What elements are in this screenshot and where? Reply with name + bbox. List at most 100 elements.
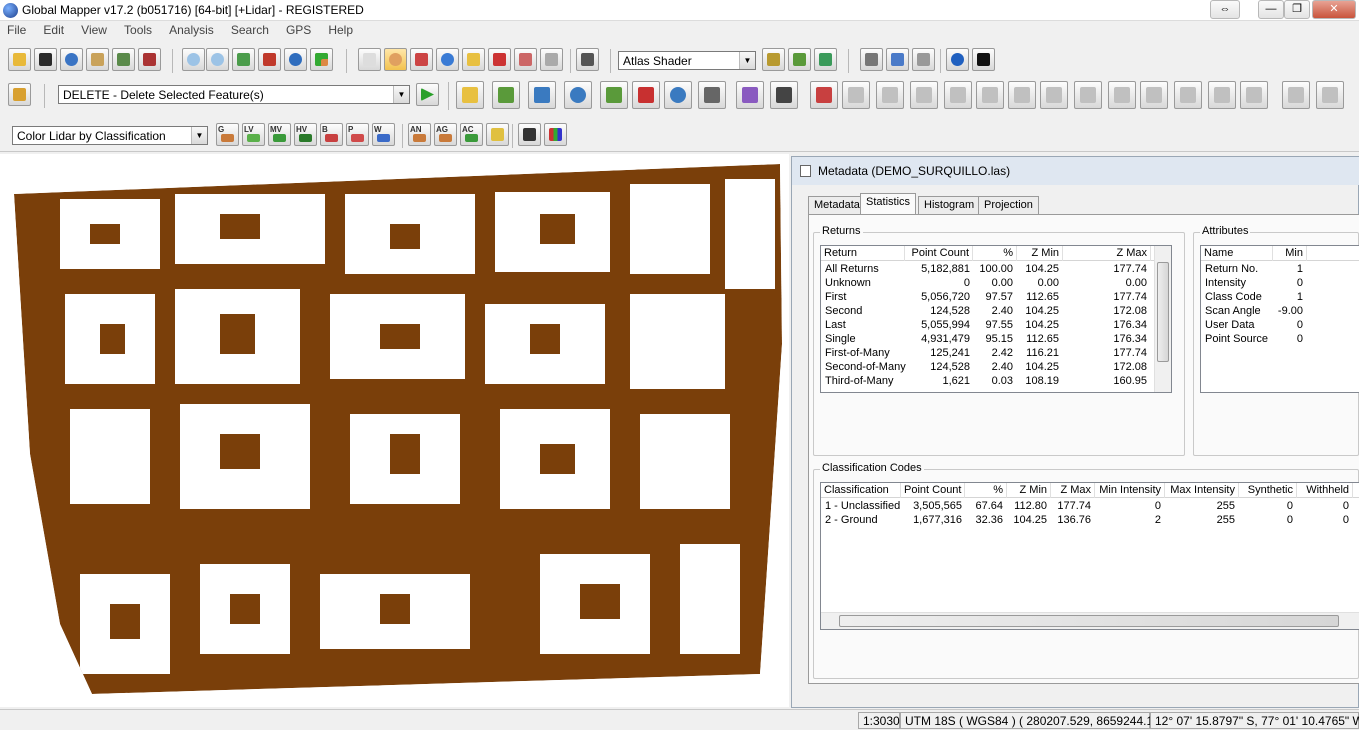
filter-building-button[interactable]: B [320, 123, 343, 146]
disabled-tool-12-icon[interactable] [1208, 81, 1236, 109]
feature-info-icon[interactable] [436, 48, 459, 71]
classification-list[interactable]: Classification Point Count % Z Min Z Max… [820, 482, 1359, 630]
menu-tools[interactable]: Tools [117, 21, 159, 39]
maximize-button[interactable]: ❐ [1284, 0, 1310, 19]
disabled-tool-11-icon[interactable] [1174, 81, 1202, 109]
pointer-tool-icon[interactable] [358, 48, 381, 71]
col-class-percent[interactable]: % [965, 483, 1007, 498]
config-tools-icon[interactable] [138, 48, 161, 71]
refresh-icon[interactable] [284, 48, 307, 71]
digitizer-pen-icon[interactable] [514, 48, 537, 71]
col-min-intensity[interactable]: Min Intensity [1095, 483, 1165, 498]
menu-view[interactable]: View [74, 21, 114, 39]
disabled-tool-13-icon[interactable] [1240, 81, 1268, 109]
filter-ground-button[interactable]: G [216, 123, 239, 146]
restore-window-button[interactable]: ⇔ [1210, 0, 1240, 19]
zoom-layer-icon[interactable] [232, 48, 255, 71]
attributes-list[interactable]: Name Min Return No. 1 Intensity 0 Class Code… [1200, 245, 1359, 393]
split-line-icon[interactable] [770, 81, 798, 109]
create-spline-icon[interactable] [564, 81, 592, 109]
2d-3d-toggle-icon[interactable] [814, 48, 837, 71]
disabled-tool-15-icon[interactable] [1316, 81, 1344, 109]
disabled-tool-1-icon[interactable] [842, 81, 870, 109]
disabled-tool-5-icon[interactable] [976, 81, 1004, 109]
shader-select[interactable]: Atlas Shader ▼ [618, 51, 756, 70]
col-class-z-max[interactable]: Z Max [1051, 483, 1095, 498]
tab-statistics[interactable]: Statistics [860, 193, 917, 215]
filter-med-veg-button[interactable]: MV [268, 123, 291, 146]
lidar-color-select[interactable]: Color Lidar by Classification ▼ [12, 126, 208, 145]
minimize-button[interactable]: — [1258, 0, 1284, 19]
rings-icon[interactable] [664, 81, 692, 109]
disabled-tool-4-icon[interactable] [944, 81, 972, 109]
menu-edit[interactable]: Edit [36, 21, 71, 39]
filter-high-veg-button[interactable]: HV [294, 123, 317, 146]
digitizer-tool-select[interactable]: DELETE - Delete Selected Feature(s) ▼ [58, 85, 410, 104]
filter-water-button[interactable]: W [372, 123, 395, 146]
col-synthetic[interactable]: Synthetic [1239, 483, 1297, 498]
disabled-tool-7-icon[interactable] [1040, 81, 1068, 109]
tile-grid-icon[interactable] [310, 48, 333, 71]
home-icon[interactable] [258, 48, 281, 71]
classification-scroll-thumb[interactable] [839, 615, 1339, 627]
open-folder-icon[interactable] [8, 48, 31, 71]
gps-target-icon[interactable] [946, 48, 969, 71]
col-class-point-count[interactable]: Point Count [901, 483, 965, 498]
3d-view-icon[interactable] [788, 48, 811, 71]
measure-path-icon[interactable] [810, 81, 838, 109]
tab-projection[interactable]: Projection [978, 196, 1039, 215]
coordinate-entry-icon[interactable] [632, 81, 660, 109]
save-icon[interactable] [34, 48, 57, 71]
col-min[interactable]: Min [1273, 246, 1307, 261]
create-stairs-icon[interactable] [528, 81, 556, 109]
point-filter-icon[interactable] [518, 123, 541, 146]
play-run-icon[interactable] [416, 83, 439, 106]
globe-icon[interactable] [60, 48, 83, 71]
col-percent[interactable]: % [973, 246, 1017, 261]
col-z-min[interactable]: Z Min [1017, 246, 1063, 261]
lidar-edit-pencil-icon[interactable] [486, 123, 509, 146]
classification-hscroll[interactable] [821, 612, 1359, 629]
disabled-tool-3-icon[interactable] [910, 81, 938, 109]
color-grid-icon[interactable] [544, 123, 567, 146]
col-max-intensity[interactable]: Max Intensity [1165, 483, 1239, 498]
zoom-out-icon[interactable] [206, 48, 229, 71]
create-area-icon[interactable] [456, 81, 484, 109]
auto-ground-button[interactable]: AG [434, 123, 457, 146]
auto-noise-button[interactable]: AN [408, 123, 431, 146]
create-point-icon[interactable] [600, 81, 628, 109]
disabled-tool-2-icon[interactable] [876, 81, 904, 109]
disabled-tool-8-icon[interactable] [1074, 81, 1102, 109]
disabled-tool-14-icon[interactable] [1282, 81, 1310, 109]
flag-icon[interactable] [860, 48, 883, 71]
col-class-z-min[interactable]: Z Min [1007, 483, 1051, 498]
map-catalog-icon[interactable] [86, 48, 109, 71]
binoculars-icon[interactable] [576, 48, 599, 71]
tab-histogram[interactable]: Histogram [918, 196, 981, 215]
returns-vscroll[interactable] [1154, 246, 1171, 392]
path-profile-icon[interactable] [462, 48, 485, 71]
north-arrow-icon[interactable] [972, 48, 995, 71]
star-target-icon[interactable] [912, 48, 935, 71]
tab-metadata[interactable]: Metadata [808, 196, 866, 215]
camera-icon[interactable] [886, 48, 909, 71]
layer-control-icon[interactable] [112, 48, 135, 71]
close-button[interactable]: ✕ [1312, 0, 1356, 19]
grid-icon[interactable] [698, 81, 726, 109]
col-withheld[interactable]: Withheld [1297, 483, 1353, 498]
filter-low-veg-button[interactable]: LV [242, 123, 265, 146]
menu-file[interactable]: File [0, 21, 33, 39]
map-view[interactable] [0, 154, 789, 707]
pan-hand-icon[interactable] [384, 48, 407, 71]
col-point-count[interactable]: Point Count [905, 246, 973, 261]
disabled-tool-9-icon[interactable] [1108, 81, 1136, 109]
disabled-tool-10-icon[interactable] [1140, 81, 1168, 109]
vertex-edit-icon[interactable] [736, 81, 764, 109]
menu-help[interactable]: Help [321, 21, 360, 39]
col-name[interactable]: Name [1201, 246, 1273, 261]
disabled-tool-6-icon[interactable] [1008, 81, 1036, 109]
dropdown-chevron-icon[interactable] [540, 48, 563, 71]
shader-options-icon[interactable] [762, 48, 785, 71]
col-z-max[interactable]: Z Max [1063, 246, 1151, 261]
measure-ruler-icon[interactable] [410, 48, 433, 71]
